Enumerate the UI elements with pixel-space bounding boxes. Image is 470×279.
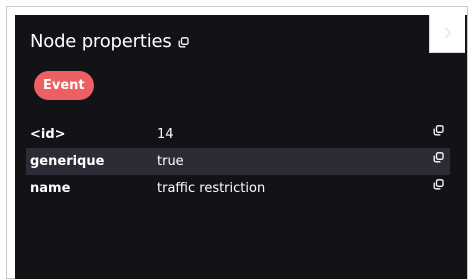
- copy-icon[interactable]: [433, 152, 444, 163]
- property-row-id: <id> 14: [26, 121, 450, 148]
- panel-title: Node properties: [30, 31, 189, 52]
- copy-icon[interactable]: [433, 125, 444, 136]
- property-value: 14: [157, 127, 174, 142]
- chevron-right-icon: [444, 24, 452, 43]
- property-value: traffic restriction: [157, 181, 266, 196]
- copy-icon[interactable]: [178, 37, 189, 48]
- panel-title-text: Node properties: [30, 31, 172, 52]
- property-row-generique: generique true: [26, 148, 450, 175]
- node-type-badge: Event: [34, 71, 94, 100]
- property-key: generique: [30, 154, 105, 169]
- node-properties-panel: Node properties Event <id> 14 generique …: [15, 15, 467, 279]
- node-type-badge-label: Event: [43, 78, 85, 93]
- property-row-name: name traffic restriction: [26, 175, 450, 202]
- close-panel-button[interactable]: [429, 15, 465, 53]
- property-key: name: [30, 181, 71, 196]
- property-key: <id>: [30, 127, 66, 142]
- copy-icon[interactable]: [433, 179, 444, 190]
- properties-list: <id> 14 generique true name traffic rest: [26, 121, 450, 202]
- property-value: true: [157, 154, 184, 169]
